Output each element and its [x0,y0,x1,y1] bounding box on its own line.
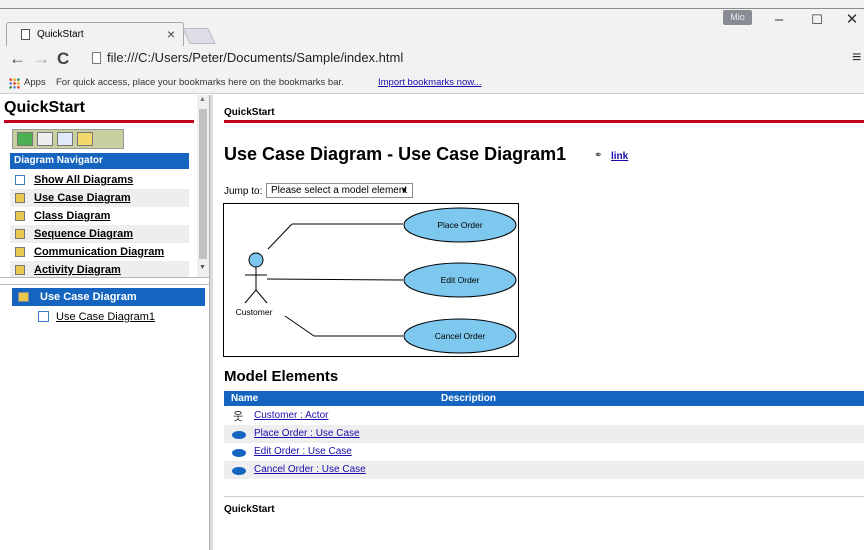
jump-to-value: Please select a model element [271,185,408,196]
use-case-edit-order[interactable]: Edit Order [403,262,517,298]
browser-toolbar: ← → C file:///C:/Users/Peter/Documents/S… [0,46,864,73]
grid-icon [15,175,25,185]
apps-link[interactable]: Apps [24,77,46,88]
nav-item-label[interactable]: Class Diagram [34,210,110,222]
page-icon [92,52,101,64]
use-case-icon [232,449,246,457]
minimize-icon[interactable]: – [769,11,789,29]
use-case-icon [232,467,246,475]
nav-item-label[interactable]: Show All Diagrams [34,174,133,186]
use-case-diagram: Customer Place Order Edit Order Cancel O… [223,203,519,357]
folder-icon [18,292,29,302]
footer-rule [224,496,864,497]
scroll-down-icon[interactable]: ▼ [199,264,206,271]
model-elements-title: Model Elements [224,368,339,385]
package-navigator-icon[interactable] [77,132,93,146]
window-top-border [0,8,864,9]
sidebar-title: QuickStart [4,99,85,116]
folder-icon [15,211,25,221]
actor-icon: 웃 [233,411,244,423]
bookmarks-bar: Apps For quick access, place your bookma… [0,73,864,94]
reload-icon[interactable]: C [57,49,69,69]
page-icon [21,29,30,40]
nav-item-label[interactable]: Use Case Diagram [34,192,131,204]
use-case-label: Edit Order [441,275,480,285]
jump-to-select[interactable]: Please select a model element ▼ [266,183,413,198]
use-case-label: Place Order [437,220,483,230]
tree-heading-label: Use Case Diagram [40,291,137,303]
use-case-label: Cancel Order [435,331,486,341]
table-row: 웃 Customer : Actor [224,407,864,425]
folder-icon [15,229,25,239]
brand-rule [224,120,864,123]
nav-item-use-case-diagram[interactable]: Use Case Diagram [10,189,189,207]
frame-splitter-horizontal[interactable] [0,277,209,285]
import-bookmarks-link[interactable]: Import bookmarks now... [378,77,481,88]
use-case-cancel-order[interactable]: Cancel Order [403,318,517,354]
column-name: Name [231,393,259,404]
browser-tab-strip: QuickStart × Mio – ☐ ✕ [0,0,864,46]
nav-item-label[interactable]: Activity Diagram [34,264,121,276]
nav-item-sequence-diagram[interactable]: Sequence Diagram [10,225,189,243]
bookmarks-hint: For quick access, place your bookmarks h… [56,77,344,88]
permalink[interactable]: link [611,151,628,162]
menu-icon[interactable]: ≡ [852,49,861,67]
model-navigator-icon[interactable] [37,132,53,146]
address-bar[interactable]: file:///C:/Users/Peter/Documents/Sample/… [107,50,403,65]
page-title: Use Case Diagram - Use Case Diagram1 [224,144,567,164]
navigator-toolbar [12,129,124,149]
close-tab-icon[interactable]: × [167,26,175,42]
nav-item-show-all-diagrams[interactable]: Show All Diagrams [10,171,189,189]
use-case-place-order[interactable]: Place Order [403,207,517,243]
page-footer: QuickStart [224,504,275,515]
tab-title: QuickStart [37,29,84,40]
page-brand: QuickStart [224,107,275,118]
navigator-frame: QuickStart Diagram Navigator Show All Di… [0,95,197,277]
element-link[interactable]: Customer : Actor [254,410,328,421]
use-case-icon [232,431,246,439]
new-tab-button[interactable] [182,28,216,44]
element-link[interactable]: Edit Order : Use Case [254,446,352,457]
forward-icon[interactable]: → [33,49,50,69]
actor-label: Customer [236,307,273,317]
maximize-icon[interactable]: ☐ [807,11,827,29]
back-icon[interactable]: ← [9,49,26,69]
nav-item-activity-diagram[interactable]: Activity Diagram [10,261,189,277]
tree-item-label[interactable]: Use Case Diagram1 [56,311,155,323]
apps-icon[interactable] [9,78,20,89]
diagram-icon [38,311,49,322]
table-row: Edit Order : Use Case [224,443,864,461]
scroll-up-icon[interactable]: ▲ [199,96,206,103]
navigator-scrollbar[interactable]: ▲ ▼ [197,95,209,277]
diagram-navigator-icon[interactable] [17,132,33,146]
title-rule [4,120,194,123]
profile-badge[interactable]: Mio [723,10,752,25]
link-icon[interactable]: ⚭ [594,150,602,161]
table-header: Name Description [224,391,864,406]
table-row: Cancel Order : Use Case [224,461,864,479]
content-frame: QuickStart Use Case Diagram - Use Case D… [213,95,864,550]
diagram-tree-frame: Use Case Diagram Use Case Diagram1 [0,285,209,550]
tree-heading[interactable]: Use Case Diagram [12,288,205,306]
folder-icon [15,193,25,203]
folder-icon [15,247,25,257]
browser-tab[interactable]: QuickStart × [6,22,184,46]
column-description: Description [441,393,497,404]
scrollbar-thumb[interactable] [199,109,207,259]
nav-item-class-diagram[interactable]: Class Diagram [10,207,189,225]
folder-icon [15,265,25,275]
close-window-icon[interactable]: ✕ [842,11,862,29]
element-link[interactable]: Place Order : Use Case [254,428,360,439]
jump-to-label: Jump to: [224,186,263,197]
chevron-down-icon: ▼ [400,186,408,195]
nav-item-label[interactable]: Communication Diagram [34,246,164,258]
nav-item-communication-diagram[interactable]: Communication Diagram [10,243,189,261]
nav-item-label[interactable]: Sequence Diagram [34,228,133,240]
element-link[interactable]: Cancel Order : Use Case [254,464,366,475]
actor-head [248,252,264,268]
class-navigator-icon[interactable] [57,132,73,146]
table-row: Place Order : Use Case [224,425,864,443]
navigator-heading: Diagram Navigator [10,153,189,169]
